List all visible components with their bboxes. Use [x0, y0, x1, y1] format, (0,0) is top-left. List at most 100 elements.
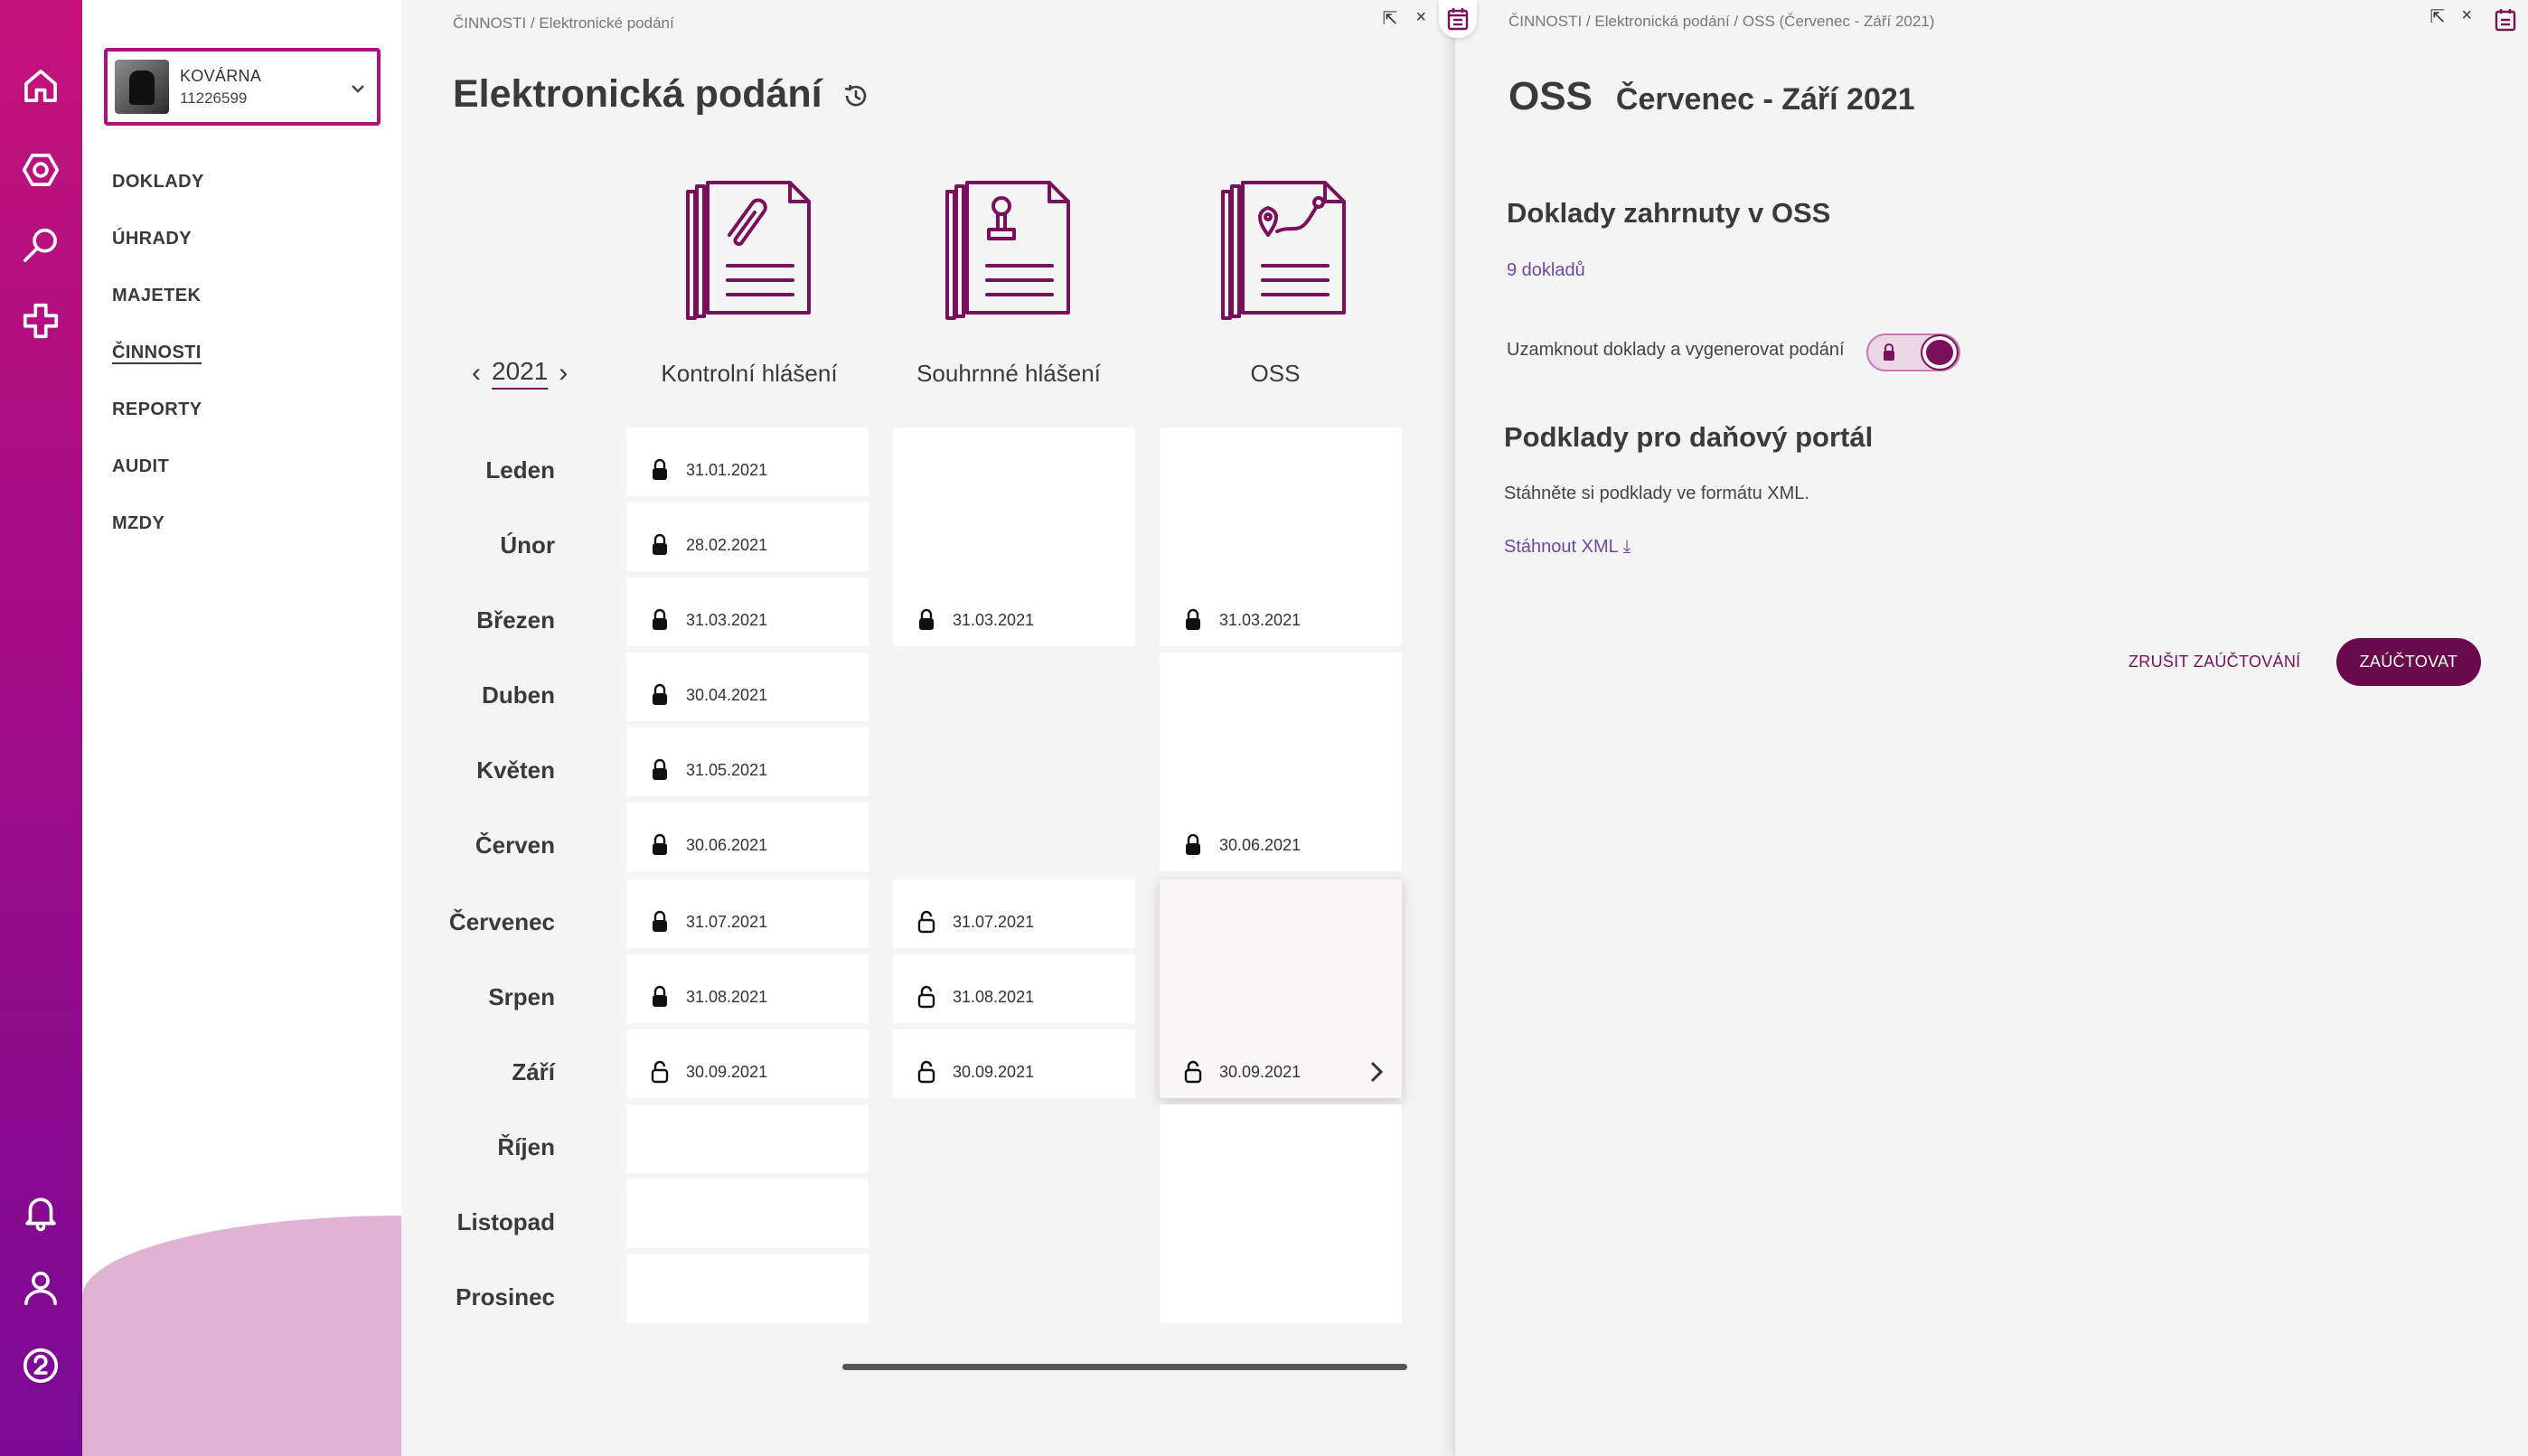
nav-item-majetek[interactable]: MAJETEK: [112, 286, 204, 343]
prev-year-button[interactable]: ‹: [472, 358, 481, 389]
filing-date: 31.03.2021: [686, 610, 768, 629]
filing-entry[interactable]: 30.09.2021: [650, 1060, 767, 1084]
month-label: Říjen: [497, 1133, 555, 1160]
month-label: Březen: [476, 606, 555, 634]
nav-item-uhrady[interactable]: ÚHRADY: [112, 229, 204, 286]
filing-entry[interactable]: 30.06.2021: [1183, 833, 1301, 857]
search-icon[interactable]: [18, 223, 63, 268]
nav-item-label: ÚHRADY: [112, 229, 192, 249]
filing-entry[interactable]: 30.06.2021: [650, 833, 767, 857]
lock-open-icon: [916, 910, 936, 934]
map-pin-docs-icon: [1212, 179, 1357, 324]
oss-cell[interactable]: [1160, 1104, 1402, 1323]
chevron-right-icon[interactable]: [1367, 1058, 1386, 1085]
filing-date: 31.08.2021: [953, 987, 1035, 1006]
year-label[interactable]: 2021: [492, 357, 549, 390]
filing-entry[interactable]: 30.09.2021: [916, 1060, 1034, 1084]
lock-closed-icon: [916, 608, 936, 632]
xml-description: Stáhněte si podklady ve formátu XML.: [1504, 484, 1809, 503]
kontrolni-cell[interactable]: [626, 1104, 869, 1173]
bell-icon[interactable]: [18, 1189, 63, 1235]
lock-open-icon: [650, 1060, 670, 1084]
detail-panel: ČINNOSTI / Elektronická podání / OSS (Če…: [1439, 0, 2528, 1456]
filing-entry[interactable]: 31.03.2021: [650, 608, 767, 632]
open-external-icon[interactable]: ⇱: [2430, 5, 2446, 28]
documents-count-link[interactable]: 9 dokladů: [1507, 260, 1585, 281]
lock-closed-icon: [650, 683, 670, 707]
home-icon[interactable]: [18, 63, 63, 108]
user-icon[interactable]: [18, 1265, 63, 1310]
column-title-kontrolni: Kontrolní hlášení: [661, 360, 838, 387]
nav-item-label: AUDIT: [112, 456, 170, 476]
filing-date: 30.09.2021: [953, 1062, 1035, 1081]
filing-entry[interactable]: 30.09.2021: [1183, 1060, 1301, 1084]
main-panel: ČINNOSTI / Elektronické podání ⇱ × Elekt…: [401, 0, 1453, 1456]
nav-item-doklady[interactable]: DOKLADY: [112, 172, 204, 229]
filing-entry[interactable]: 30.04.2021: [650, 683, 767, 707]
nav-item-audit[interactable]: AUDIT: [112, 456, 204, 513]
filing-date: 30.06.2021: [1219, 835, 1302, 854]
filing-entry[interactable]: 31.01.2021: [650, 458, 767, 482]
section-title-podklady: Podklady pro daňový portál: [1504, 421, 1874, 453]
nav-item-label: ČINNOSTI: [112, 343, 202, 364]
detail-subtitle: Červenec - Září 2021: [1615, 82, 1915, 117]
open-external-icon[interactable]: ⇱: [1383, 7, 1398, 30]
cancel-posting-button[interactable]: ZRUŠIT ZAÚČTOVÁNÍ: [2129, 653, 2300, 672]
month-label: Leden: [485, 456, 555, 484]
nav-item-label: REPORTY: [112, 399, 202, 419]
company-avatar: [115, 60, 169, 114]
filing-entry[interactable]: 31.07.2021: [650, 910, 767, 934]
filing-entry[interactable]: 31.05.2021: [650, 758, 767, 782]
filing-date: 30.09.2021: [686, 1062, 768, 1081]
month-label: Duben: [482, 681, 555, 709]
filing-entry[interactable]: 28.02.2021: [650, 533, 767, 557]
lock-open-icon: [1183, 1060, 1203, 1084]
horizontal-scrollbar[interactable]: [842, 1364, 1407, 1370]
post-button[interactable]: ZAÚČTOVAT: [2336, 638, 2481, 686]
settings-hexagon-icon[interactable]: [18, 147, 63, 193]
lock-closed-icon: [650, 985, 670, 1009]
filing-entry[interactable]: 31.03.2021: [1183, 608, 1301, 632]
filing-entry[interactable]: 31.08.2021: [916, 985, 1034, 1009]
filing-entry[interactable]: 31.03.2021: [916, 608, 1034, 632]
help-icon[interactable]: [18, 1343, 63, 1388]
nav-item-label: MAJETEK: [112, 286, 202, 305]
next-year-button[interactable]: ›: [559, 358, 568, 389]
nav-item-mzdy[interactable]: MZDY: [112, 513, 204, 570]
filing-entry[interactable]: 31.07.2021: [916, 910, 1034, 934]
filing-entry[interactable]: 31.08.2021: [650, 985, 767, 1009]
close-icon[interactable]: ×: [1415, 7, 1426, 30]
month-label: Srpen: [488, 983, 555, 1010]
company-selector[interactable]: KOVÁRNA 11226599: [104, 48, 381, 126]
filing-date: 31.05.2021: [686, 760, 768, 779]
filing-date: 31.03.2021: [953, 610, 1035, 629]
month-label: Únor: [500, 531, 555, 559]
nav-item-label: MZDY: [112, 513, 165, 533]
download-xml-link[interactable]: Stáhnout XML ⤓: [1504, 537, 1631, 558]
history-icon[interactable]: [841, 81, 870, 110]
lock-open-icon: [916, 1060, 936, 1084]
app-rail: [0, 0, 82, 1456]
kontrolni-cell[interactable]: [626, 1179, 869, 1248]
filing-date: 31.07.2021: [953, 912, 1035, 931]
kontrolni-cell[interactable]: [626, 1254, 869, 1323]
month-label: Listopad: [456, 1208, 555, 1235]
calendar-icon[interactable]: [1439, 0, 1477, 38]
plus-cross-icon[interactable]: [18, 298, 63, 343]
notes-icon[interactable]: [2494, 7, 2519, 36]
nav-item-reporty[interactable]: REPORTY: [112, 399, 204, 456]
lock-closed-icon: [650, 758, 670, 782]
lock-toggle[interactable]: [1866, 333, 1960, 371]
decorative-blob: [82, 1216, 401, 1456]
lock-closed-icon: [1183, 833, 1203, 857]
lock-closed-icon: [650, 608, 670, 632]
filing-date: 31.01.2021: [686, 460, 768, 479]
breadcrumb: ČINNOSTI / Elektronické podání: [453, 14, 674, 32]
month-label: Květen: [476, 756, 555, 784]
chevron-down-icon[interactable]: [348, 79, 368, 99]
lock-closed-icon: [650, 458, 670, 482]
column-title-souhrnne: Souhrnné hlášení: [916, 360, 1101, 387]
month-label: Červen: [475, 831, 555, 859]
nav-item-cinnosti[interactable]: ČINNOSTI: [112, 343, 204, 399]
close-icon[interactable]: ×: [2461, 5, 2472, 28]
